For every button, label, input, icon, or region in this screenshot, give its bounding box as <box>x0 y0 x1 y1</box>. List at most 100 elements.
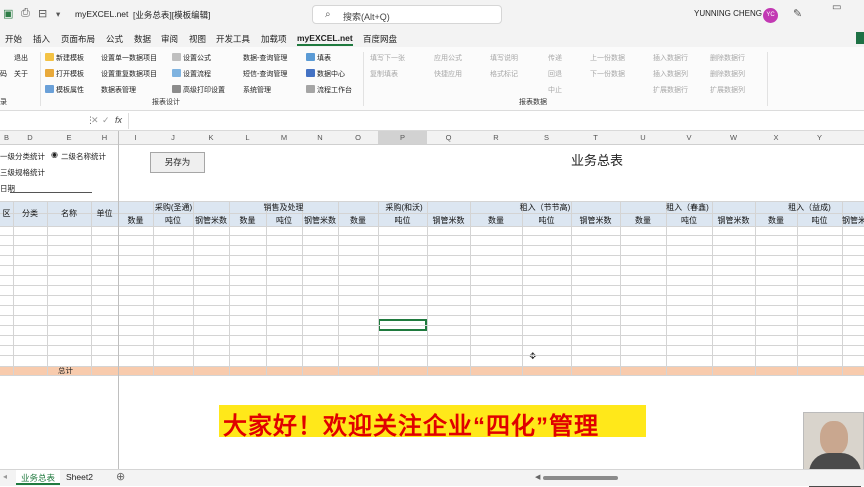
format-mark-button[interactable]: 格式标记 <box>490 69 518 79</box>
quick-apply-button[interactable]: 快捷应用 <box>434 69 462 79</box>
sub-header: 数量 <box>239 216 256 225</box>
data-center-button[interactable]: 数据中心 <box>306 69 345 79</box>
scroll-left-icon[interactable]: ◀ <box>535 473 540 481</box>
total-row <box>0 366 864 375</box>
column-header-d[interactable]: D <box>13 133 47 142</box>
column-header-n[interactable]: N <box>302 133 338 142</box>
table-row <box>0 255 864 256</box>
template-properties-button[interactable]: 模板属性 <box>45 85 84 95</box>
about-button[interactable]: 关于 <box>14 69 28 79</box>
prev-data-button[interactable]: 上一份数据 <box>590 53 625 63</box>
next-data-button[interactable]: 下一份数据 <box>590 69 625 79</box>
customize-dropdown-icon[interactable]: ▾ <box>56 9 60 20</box>
column-header-h[interactable]: H <box>91 133 118 142</box>
data-query-button[interactable]: 数据-查询管理 <box>243 53 287 63</box>
column-header-w[interactable]: W <box>712 133 755 142</box>
column-header-j[interactable]: J <box>153 133 193 142</box>
copy-fill-button[interactable]: 复制填表 <box>370 69 398 79</box>
table-row <box>0 325 864 326</box>
sub-header: 吨位 <box>394 216 411 225</box>
column-header-m[interactable]: M <box>266 133 302 142</box>
fill-next-button[interactable]: 填写下一张 <box>370 53 405 63</box>
save-as-button[interactable]: 另存为 <box>150 152 205 173</box>
column-header-p[interactable]: P <box>378 131 427 144</box>
date-field[interactable] <box>10 192 92 193</box>
radio-level2-selected-icon[interactable]: ◉ <box>51 150 58 159</box>
column-header-q[interactable]: Q <box>427 133 470 142</box>
open-template-button[interactable]: 打开模板 <box>45 69 84 79</box>
tab-insert[interactable]: 插入 <box>33 33 50 45</box>
column-header-e[interactable]: E <box>47 133 91 142</box>
column-header-o[interactable]: O <box>338 133 378 142</box>
set-flow-button[interactable]: 设置流程 <box>172 69 211 79</box>
column-header-r[interactable]: R <box>470 133 522 142</box>
column-header-i[interactable]: I <box>118 133 153 142</box>
column-header-t[interactable]: T <box>571 133 620 142</box>
save-icon[interactable]: ▣ <box>3 7 13 20</box>
add-sheet-icon[interactable]: ⊕ <box>116 470 125 483</box>
tab-formulas[interactable]: 公式 <box>106 33 123 45</box>
enter-icon[interactable]: ✓ <box>102 115 110 126</box>
column-header-v[interactable]: V <box>666 133 712 142</box>
radio-level1[interactable]: 一级分类统计 <box>0 151 45 162</box>
pass-button[interactable]: 传递 <box>548 53 562 63</box>
column-header-s[interactable]: S <box>522 133 571 142</box>
column-header-y[interactable]: Y <box>797 133 842 142</box>
tab-view[interactable]: 视图 <box>189 33 206 45</box>
person-head <box>820 421 848 455</box>
table-row <box>0 275 864 276</box>
tab-baidu[interactable]: 百度网盘 <box>363 33 397 45</box>
datatable-manage-button[interactable]: 数据表管理 <box>101 85 136 95</box>
sheet-tab-active[interactable]: 业务总表 <box>16 470 61 485</box>
avatar[interactable]: YC <box>763 8 778 23</box>
insert-row-button[interactable]: 插入数据行 <box>653 53 688 63</box>
new-template-button[interactable]: 新建模板 <box>45 53 84 63</box>
tab-home[interactable]: 开始 <box>5 33 22 45</box>
sheet-tab[interactable]: Sheet2 <box>66 472 93 482</box>
fill-notes-button[interactable]: 填写说明 <box>490 53 518 63</box>
formula-input[interactable] <box>128 113 864 129</box>
ribbon-display-icon[interactable]: ▭ <box>832 2 841 13</box>
exit-button[interactable]: 退出 <box>14 53 28 63</box>
tab-page-layout[interactable]: 页面布局 <box>61 33 95 45</box>
stop-button[interactable]: 中止 <box>548 85 562 95</box>
insert-col-button[interactable]: 插入数据列 <box>653 69 688 79</box>
redo-icon[interactable]: ⊟ <box>38 7 47 20</box>
column-header-l[interactable]: L <box>229 133 266 142</box>
tab-review[interactable]: 审阅 <box>161 33 178 45</box>
column-header-b[interactable]: B <box>0 133 13 142</box>
set-repeat-item-button[interactable]: 设置重复数据项目 <box>101 69 157 79</box>
tab-myexcel[interactable]: myEXCEL.net <box>297 33 353 46</box>
column-header-k[interactable]: K <box>193 133 229 142</box>
system-manage-button[interactable]: 系统管理 <box>243 85 271 95</box>
column-header-x[interactable]: X <box>755 133 797 142</box>
tab-developer[interactable]: 开发工具 <box>216 33 250 45</box>
radio-level3[interactable]: 三级规格统计 <box>0 167 45 178</box>
document-title: [业务总表][模板编辑] <box>133 10 211 20</box>
pen-icon[interactable]: ✎ <box>793 7 802 20</box>
undo-icon[interactable]: ⎙ <box>21 7 30 20</box>
horizontal-scrollbar[interactable] <box>543 476 618 480</box>
expand-col-button[interactable]: 扩展数据列 <box>710 85 745 95</box>
workflow-desk-button[interactable]: 流程工作台 <box>306 85 352 95</box>
sheet-nav-prev-icon[interactable]: ◂ <box>3 472 7 481</box>
search-box[interactable]: ⌕ 搜索(Alt+Q) <box>312 5 502 24</box>
tab-data[interactable]: 数据 <box>134 33 151 45</box>
sms-query-button[interactable]: 短信-查询管理 <box>243 69 287 79</box>
apply-formula-button[interactable]: 应用公式 <box>434 53 462 63</box>
delete-row-button[interactable]: 删除数据行 <box>710 53 745 63</box>
expand-row-button[interactable]: 扩展数据行 <box>653 85 688 95</box>
column-header-u[interactable]: U <box>620 133 666 142</box>
return-button[interactable]: 回退 <box>548 69 562 79</box>
cancel-icon[interactable]: ✕ <box>91 115 99 126</box>
set-single-item-button[interactable]: 设置单一数据项目 <box>101 53 157 63</box>
new-template-icon <box>45 53 54 61</box>
delete-col-button[interactable]: 删除数据列 <box>710 69 745 79</box>
fill-form-button[interactable]: 填表 <box>306 53 331 63</box>
set-formula-button[interactable]: 设置公式 <box>172 53 211 63</box>
fx-icon[interactable]: fx <box>115 115 122 125</box>
print-settings-button[interactable]: 高级打印设置 <box>172 85 225 95</box>
comments-icon[interactable] <box>856 32 864 44</box>
fixed-header: 区 <box>2 209 11 218</box>
tab-addins[interactable]: 加载项 <box>261 33 287 45</box>
